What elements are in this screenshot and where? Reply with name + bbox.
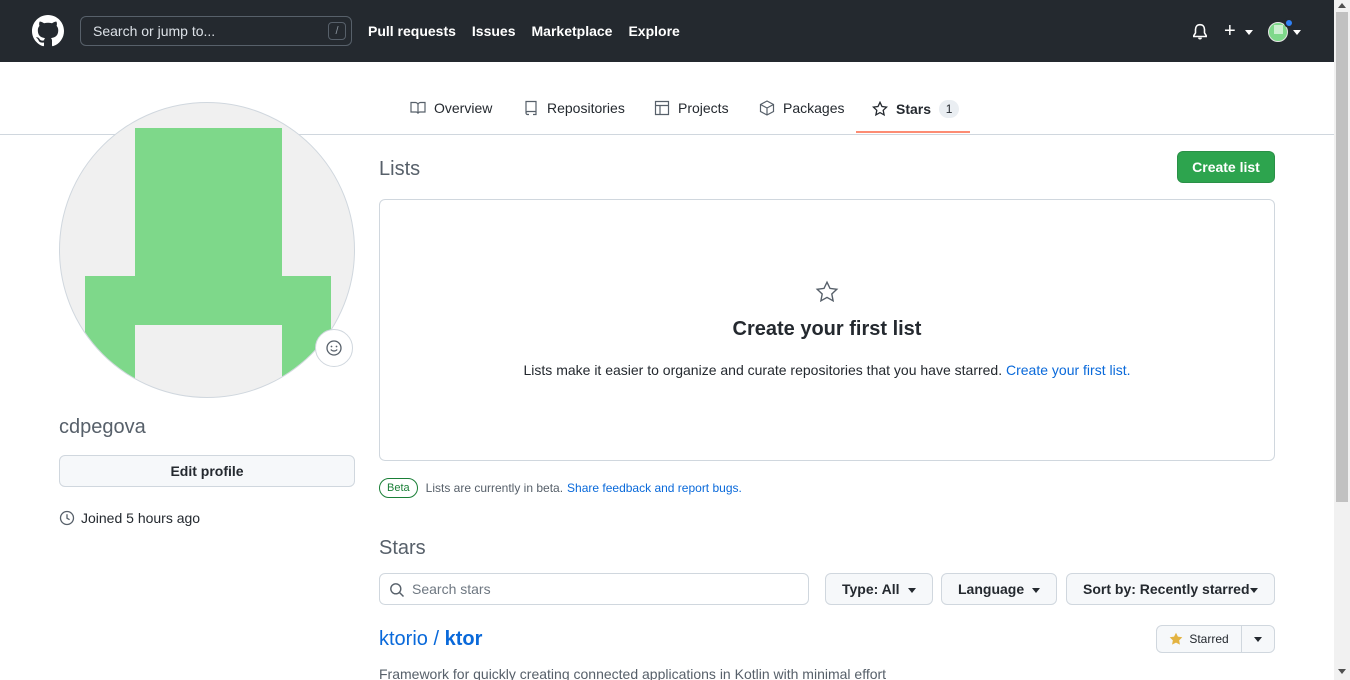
star-icon <box>872 101 888 117</box>
beta-text: Lists are currently in beta. <box>425 481 564 495</box>
tab-label: Stars <box>896 101 932 117</box>
nav-pull-requests[interactable]: Pull requests <box>368 23 456 39</box>
stars-counter: 1 <box>939 100 960 118</box>
repo-owner: ktorio <box>379 628 428 650</box>
create-new-plus-icon[interactable]: + <box>1224 20 1236 42</box>
search-stars-placeholder: Search stars <box>412 581 491 597</box>
tab-label: Overview <box>434 100 493 116</box>
bell-icon[interactable] <box>1191 22 1209 42</box>
starred-repo-link[interactable]: ktorio / ktor <box>379 628 482 651</box>
blankslate-description: Lists make it easier to organize and cur… <box>379 362 1275 378</box>
global-search-input[interactable]: Search or jump to... / <box>80 16 352 46</box>
edit-profile-button[interactable]: Edit profile <box>59 455 355 487</box>
nav-explore[interactable]: Explore <box>628 23 679 39</box>
chevron-down-icon <box>908 588 916 593</box>
top-nav: Pull requests Issues Marketplace Explore <box>368 23 680 39</box>
tab-projects[interactable]: Projects <box>654 100 729 116</box>
repo-description: Framework for quickly creating connected… <box>379 666 887 680</box>
language-filter-button[interactable]: Language <box>941 573 1057 605</box>
star-icon <box>815 280 839 303</box>
tab-label: Repositories <box>547 100 625 116</box>
type-filter-label: Type: All <box>842 581 900 597</box>
table-icon <box>654 100 670 116</box>
beta-notice: Beta Lists are currently in beta. Share … <box>379 478 742 498</box>
beta-badge: Beta <box>379 478 418 498</box>
set-status-button[interactable] <box>315 329 353 367</box>
lists-heading: Lists <box>379 158 421 180</box>
user-menu-caret-icon[interactable] <box>1293 30 1301 35</box>
selected-tab-indicator <box>856 131 970 133</box>
tab-label: Projects <box>678 100 729 116</box>
create-first-list-link[interactable]: Create your first list. <box>1006 362 1130 378</box>
joined-info: Joined 5 hours ago <box>59 510 200 526</box>
blankslate-title: Create your first list <box>732 318 922 340</box>
repo-name: ktor <box>444 628 483 650</box>
tab-label: Packages <box>783 100 845 116</box>
scroll-down-icon[interactable] <box>1338 669 1346 674</box>
type-filter-button[interactable]: Type: All <box>825 573 933 605</box>
tab-stars[interactable]: Stars 1 <box>872 100 960 118</box>
tab-repositories[interactable]: Repositories <box>523 100 625 116</box>
book-icon <box>410 101 426 114</box>
scroll-up-icon[interactable] <box>1338 3 1346 8</box>
scrollbar-thumb[interactable] <box>1336 12 1348 502</box>
sort-filter-label: Sort by: Recently starred <box>1083 581 1250 597</box>
language-filter-label: Language <box>958 581 1025 597</box>
create-list-button[interactable]: Create list <box>1177 151 1275 183</box>
package-icon <box>759 100 775 116</box>
repo-icon <box>525 100 537 116</box>
top-header: Search or jump to... / Pull requests Iss… <box>0 0 1334 62</box>
tab-overview[interactable]: Overview <box>410 100 492 116</box>
chevron-down-icon <box>1250 588 1258 593</box>
nav-marketplace[interactable]: Marketplace <box>532 23 613 39</box>
nav-issues[interactable]: Issues <box>472 23 516 39</box>
profile-username: cdpegova <box>59 416 146 438</box>
search-shortcut-key: / <box>328 22 346 40</box>
clock-icon <box>59 510 75 526</box>
chevron-down-icon <box>1254 637 1262 642</box>
smiley-icon <box>326 340 342 356</box>
search-placeholder: Search or jump to... <box>93 23 216 39</box>
search-icon <box>390 583 405 598</box>
chevron-down-icon <box>1032 588 1040 593</box>
unstar-button[interactable]: Starred <box>1156 625 1242 653</box>
sort-filter-button[interactable]: Sort by: Recently starred <box>1066 573 1275 605</box>
stars-heading: Stars <box>379 537 426 559</box>
star-filled-icon <box>1170 632 1183 645</box>
list-menu-button[interactable] <box>1241 625 1275 653</box>
identicon-image <box>85 128 331 397</box>
starred-label: Starred <box>1189 632 1229 646</box>
blankslate-text: Lists make it easier to organize and cur… <box>523 362 1003 378</box>
joined-text: Joined 5 hours ago <box>81 510 201 526</box>
profile-avatar[interactable] <box>59 102 355 398</box>
search-stars-input[interactable]: Search stars <box>379 573 809 605</box>
github-logo-icon[interactable] <box>32 15 64 47</box>
notification-dot-icon <box>1284 18 1294 28</box>
feedback-link[interactable]: Share feedback and report bugs. <box>567 481 742 495</box>
tab-packages[interactable]: Packages <box>759 100 844 116</box>
create-new-caret-icon[interactable] <box>1245 30 1253 35</box>
repo-separator: / <box>427 628 445 650</box>
